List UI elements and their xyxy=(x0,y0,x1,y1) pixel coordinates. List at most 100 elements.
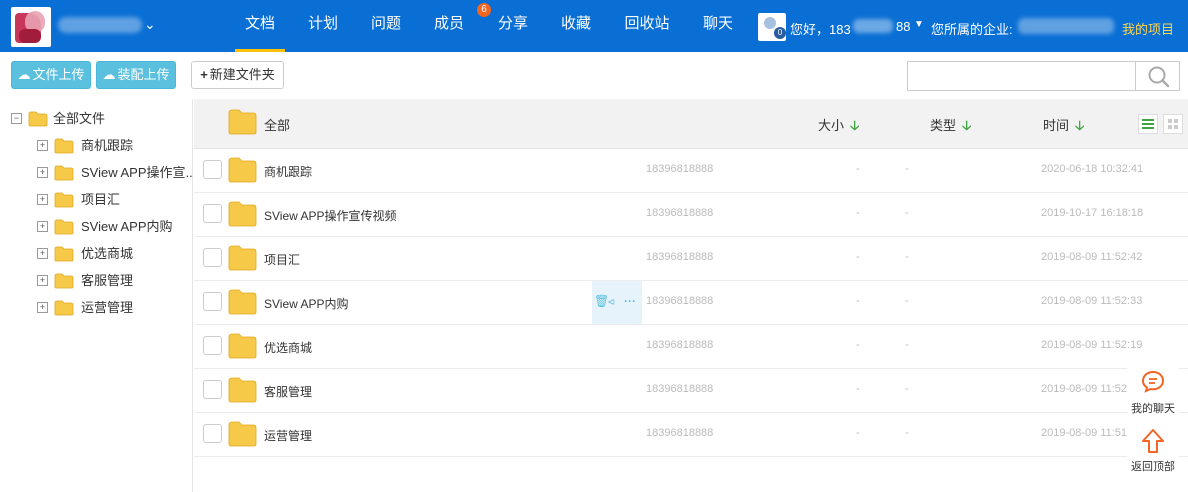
tree-label: 商机跟踪 xyxy=(81,138,134,153)
arrow-down-icon: 🡣 xyxy=(850,118,860,133)
arrow-down-icon: 🡣 xyxy=(962,118,972,133)
upload-assembly-button[interactable]: ☁ 装配上传 xyxy=(96,61,176,89)
new-folder-button[interactable]: + 新建文件夹 xyxy=(191,61,284,89)
company-logo[interactable] xyxy=(11,7,51,47)
table-row[interactable]: 运营管理 18396818888 - - 2019-08-09 11:51 xyxy=(194,413,1188,457)
expand-icon[interactable]: + xyxy=(37,140,48,151)
table-row[interactable]: SView APP操作宣传视频 18396818888 - - 2019-10-17 1… xyxy=(194,193,1188,237)
modified-time: 2019-08-09 11:52:33 xyxy=(1041,295,1143,307)
table-row[interactable]: 商机跟踪 18396818888 - - 2020-06-18 10:32:41 xyxy=(194,149,1188,193)
table-row[interactable]: 优选商城 18396818888 - - 2019-08-09 11:52:19 xyxy=(194,325,1188,369)
tree-item[interactable]: + SView APP操作宣... xyxy=(37,162,196,184)
file-name[interactable]: 项目汇 xyxy=(264,251,300,268)
nav-tab-favorites[interactable]: 收藏 xyxy=(545,0,607,52)
nav-tab-label: 问题 xyxy=(370,15,401,32)
file-size: - xyxy=(856,251,860,263)
file-size: - xyxy=(856,339,860,351)
row-actions: 🗑 ⪦ ··· xyxy=(592,281,642,324)
organization-name-blurred[interactable] xyxy=(58,17,142,33)
table-row[interactable]: 项目汇 18396818888 - - 2019-08-09 11:52:42 xyxy=(194,237,1188,281)
folder-icon xyxy=(228,333,257,359)
user-greeting: 您好，183 xyxy=(790,22,851,37)
expand-icon[interactable]: + xyxy=(37,248,48,259)
tree-item[interactable]: + 商机跟踪 xyxy=(37,135,192,157)
file-name[interactable]: 运营管理 xyxy=(264,427,312,444)
table-row[interactable]: SView APP内购 🗑 ⪦ ··· 18396818888 - - 2019-08-09 … xyxy=(194,281,1188,325)
share-icon[interactable]: ⪦ xyxy=(608,294,615,309)
chevron-down-icon[interactable]: ⌄ xyxy=(144,16,156,33)
expand-icon[interactable]: + xyxy=(37,194,48,205)
nav-tab-chat[interactable]: 聊天 xyxy=(687,0,749,52)
expand-icon[interactable]: + xyxy=(37,167,48,178)
nav-tab-docs[interactable]: 文档 xyxy=(229,0,291,52)
tree-item[interactable]: + 优选商城 xyxy=(37,243,192,265)
owner: 18396818888 xyxy=(646,339,714,351)
nav-tab-label: 计划 xyxy=(307,15,338,32)
row-checkbox[interactable] xyxy=(203,248,222,267)
my-chat-button[interactable]: 我的聊天 xyxy=(1127,366,1179,418)
table-row[interactable]: 客服管理 18396818888 - - 2019-08-09 11:52 xyxy=(194,369,1188,413)
user-menu-caret-icon[interactable]: ▼ xyxy=(914,19,924,30)
modified-time: 2020-06-18 10:32:41 xyxy=(1041,163,1144,175)
file-type: - xyxy=(905,295,909,307)
row-checkbox[interactable] xyxy=(203,204,222,223)
file-name[interactable]: 优选商城 xyxy=(264,339,312,356)
search-input[interactable] xyxy=(907,61,1136,91)
sort-time[interactable]: 时间 🡣 xyxy=(1043,115,1084,139)
list-view-button[interactable] xyxy=(1138,114,1158,134)
tree-label: 优选商城 xyxy=(81,246,134,261)
tree-item[interactable]: + 客服管理 xyxy=(37,270,192,292)
search-button[interactable] xyxy=(1135,61,1180,91)
upload-file-button[interactable]: ☁ 文件上传 xyxy=(11,61,91,89)
trash-icon[interactable]: 🗑 xyxy=(594,294,609,308)
grid-view-button[interactable] xyxy=(1163,114,1183,134)
header-time-label: 时间 xyxy=(1043,118,1070,133)
list-view-icon xyxy=(1142,119,1154,129)
sort-size[interactable]: 大小 🡣 xyxy=(818,115,859,139)
file-size: - xyxy=(856,427,860,439)
nav-tab-plan[interactable]: 计划 xyxy=(291,0,355,52)
search-icon xyxy=(1148,66,1170,88)
tree-item[interactable]: + 运营管理 xyxy=(37,297,192,319)
collapse-icon[interactable]: − xyxy=(11,113,22,124)
header-type-label: 类型 xyxy=(930,118,957,133)
nav-tab-share[interactable]: 分享 xyxy=(481,0,545,52)
row-checkbox[interactable] xyxy=(203,336,222,355)
row-checkbox[interactable] xyxy=(203,424,222,443)
row-checkbox[interactable] xyxy=(203,160,222,179)
nav-tab-recycle-bin[interactable]: 回收站 xyxy=(607,0,687,52)
expand-icon[interactable]: + xyxy=(37,275,48,286)
user-avatar[interactable]: 0 xyxy=(758,13,786,41)
modified-time: 2019-10-17 16:18:18 xyxy=(1041,207,1144,219)
tree-label: SView APP操作宣... xyxy=(81,165,197,180)
list-header: 全部 大小 🡣 类型 🡣 时间 🡣 xyxy=(194,99,1188,149)
file-type: - xyxy=(905,339,909,351)
folder-tree: − 全部文件 xyxy=(0,99,193,492)
top-navbar: ⌄ 文档 计划 问题 成员 6 分享 收藏 回收站 聊天 0 您好，183 88 … xyxy=(0,0,1188,52)
folder-icon xyxy=(228,289,257,315)
tree-item[interactable]: + 项目汇 xyxy=(37,189,192,211)
my-project-link[interactable]: 我的项目 xyxy=(1122,19,1174,38)
row-checkbox[interactable] xyxy=(203,292,222,311)
expand-icon[interactable]: + xyxy=(37,302,48,313)
tree-item[interactable]: + SView APP内购 xyxy=(37,216,192,238)
modified-time: 2019-08-09 11:52 xyxy=(1041,383,1128,395)
sort-type[interactable]: 类型 🡣 xyxy=(930,115,971,139)
back-to-top-button[interactable]: 返回顶部 xyxy=(1127,424,1179,476)
my-chat-label: 我的聊天 xyxy=(1131,403,1175,415)
file-name[interactable]: 客服管理 xyxy=(264,383,312,400)
nav-tab-members[interactable]: 成员 6 xyxy=(417,0,491,52)
file-name[interactable]: SView APP内购 xyxy=(264,295,348,312)
file-name[interactable]: 商机跟踪 xyxy=(264,163,312,180)
nav-tab-issues[interactable]: 问题 xyxy=(355,0,417,52)
row-checkbox[interactable] xyxy=(203,380,222,399)
expand-icon[interactable]: + xyxy=(37,221,48,232)
more-icon[interactable]: ··· xyxy=(624,294,636,308)
file-size: - xyxy=(856,295,860,307)
file-name[interactable]: SView APP操作宣传视频 xyxy=(264,207,396,224)
avatar-badge: 0 xyxy=(774,27,786,39)
folder-icon xyxy=(54,300,74,316)
folder-icon xyxy=(54,273,74,289)
chat-icon xyxy=(1141,370,1165,393)
tree-root[interactable]: − 全部文件 xyxy=(11,108,191,130)
